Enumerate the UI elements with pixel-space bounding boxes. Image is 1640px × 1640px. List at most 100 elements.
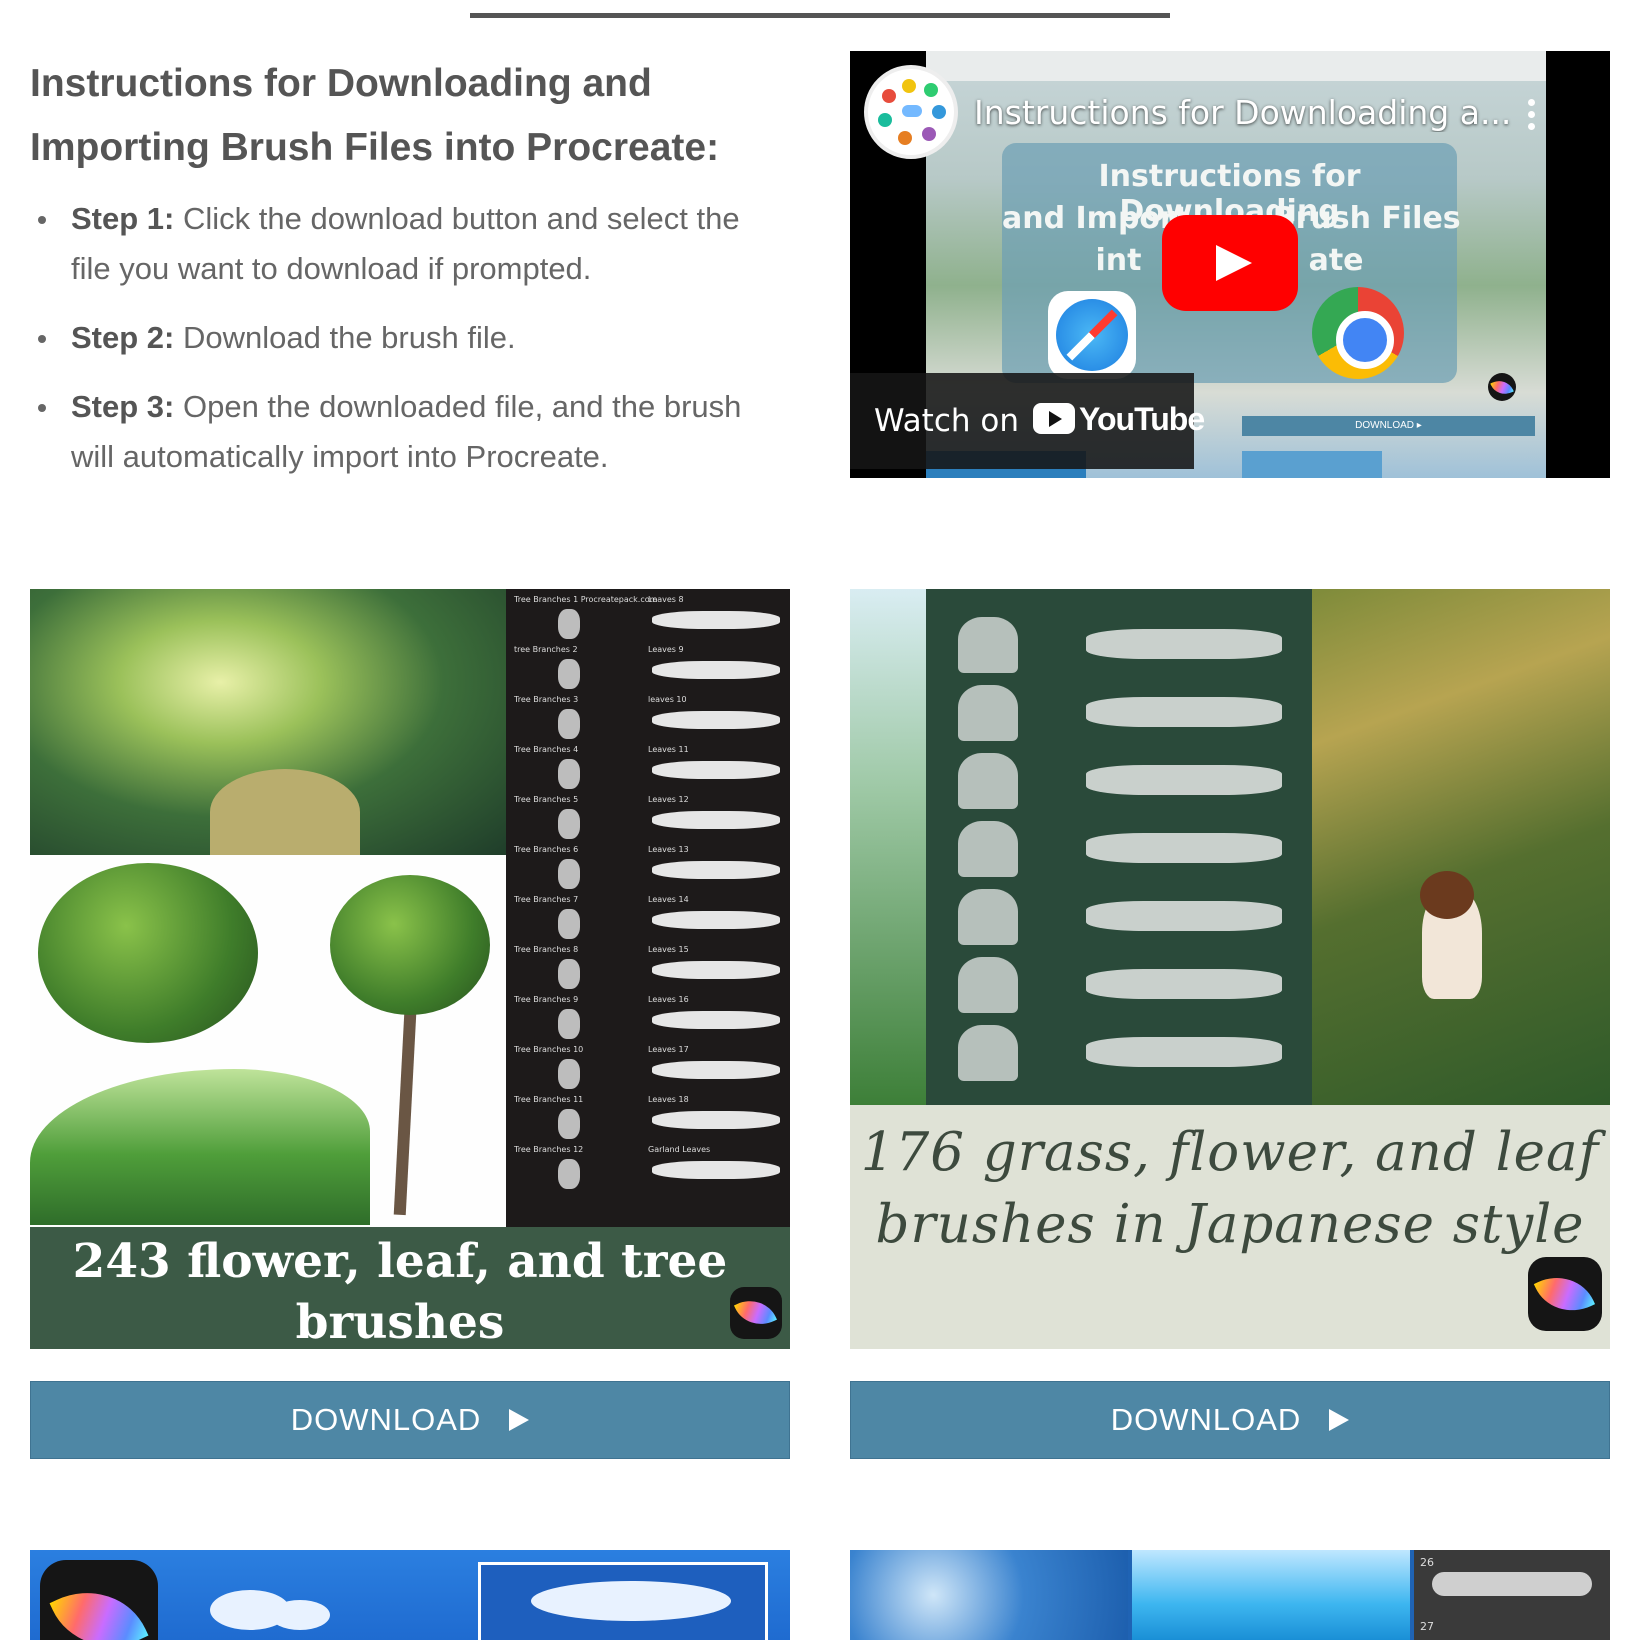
branch-stroke — [558, 1109, 580, 1139]
flower-stroke — [1086, 1037, 1282, 1067]
leaf-stroke — [652, 1161, 780, 1179]
branch-stroke — [558, 709, 580, 739]
product-caption-banner: 243 flower, leaf, and tree brushes — [30, 1227, 790, 1349]
download-label: DOWNLOAD — [290, 1402, 482, 1437]
brush-label: Leaves 14 — [648, 895, 689, 904]
leaf-stroke — [652, 1011, 780, 1029]
brush-number: 26 — [1420, 1556, 1434, 1569]
procreate-icon — [730, 1287, 782, 1339]
product-image-water[interactable]: 26 27 — [850, 1550, 1610, 1640]
step-text: Download the brush file. — [182, 320, 516, 355]
branch-stroke — [558, 809, 580, 839]
youtube-icon — [1033, 403, 1075, 434]
procreate-icon — [1528, 1257, 1602, 1331]
brush-label: Tree Branches 3 — [514, 695, 579, 704]
leaf-stroke — [652, 861, 780, 879]
youtube-wordmark: YouTube — [1079, 401, 1205, 437]
safari-icon — [1048, 291, 1136, 379]
thumbnail-tile — [1242, 451, 1382, 478]
brush-label: Leaves 11 — [648, 745, 689, 754]
branch-stroke — [558, 959, 580, 989]
brush-label: Tree Branches 10 — [514, 1045, 584, 1054]
tree-illustration-area — [30, 855, 506, 1227]
product-image-japanese-grass[interactable]: 176 grass, flower, and leaf brushes in J… — [850, 589, 1610, 1349]
brush-label: Leaves 8 — [648, 595, 684, 604]
download-label: DOWNLOAD — [1110, 1402, 1302, 1437]
brush-label: Tree Branches 8 — [514, 945, 579, 954]
flower-stroke — [1086, 697, 1282, 727]
brush-stroke — [1432, 1572, 1592, 1596]
channel-logo-icon[interactable] — [864, 65, 958, 159]
instructions-heading: Instructions for Downloading and Importi… — [30, 62, 720, 169]
grass-stroke — [958, 889, 1018, 945]
branch-stroke — [558, 859, 580, 889]
thumbnail-download-bar: DOWNLOAD ▸ — [1242, 416, 1535, 436]
play-arrow-icon — [509, 1409, 530, 1431]
bush-illustration — [38, 863, 258, 1043]
instructions-section: Instructions for Downloading and Importi… — [30, 52, 770, 501]
branch-stroke — [558, 1059, 580, 1089]
step-label: Step 2: — [71, 320, 175, 355]
girl-illustration — [1312, 589, 1610, 1105]
chrome-icon — [1312, 287, 1404, 379]
meadow-illustration — [30, 1069, 370, 1225]
leaf-stroke — [652, 611, 780, 629]
procreate-icon — [40, 1560, 158, 1640]
grass-stroke — [958, 617, 1018, 673]
cloud-preview-frame — [478, 1562, 768, 1640]
brush-number: 27 — [1420, 1620, 1434, 1633]
product-caption: 243 flower, leaf, and tree brushes — [72, 1234, 728, 1349]
brush-label: leaves 10 — [648, 695, 687, 704]
branch-stroke — [558, 1159, 580, 1189]
download-button[interactable]: DOWNLOAD — [850, 1381, 1610, 1459]
procreate-icon — [1488, 373, 1516, 401]
brush-label: tree Branches 2 — [514, 645, 578, 654]
flower-illustration — [850, 589, 926, 1105]
brush-label: Leaves 17 — [648, 1045, 689, 1054]
youtube-embed[interactable]: DOWNLOAD ▸ Instructions for Downloading … — [850, 51, 1610, 478]
grass-stroke — [958, 821, 1018, 877]
water-surface — [1132, 1550, 1410, 1640]
top-divider — [470, 13, 1170, 18]
flower-stroke — [1086, 969, 1282, 999]
leaf-stroke — [652, 711, 780, 729]
leaf-stroke — [652, 911, 780, 929]
brush-label: Garland Leaves — [648, 1145, 711, 1154]
cloud-shape — [270, 1600, 330, 1630]
steps-list: Step 1: Click the download button and se… — [30, 194, 770, 482]
play-icon[interactable] — [1162, 215, 1298, 311]
brush-label: Leaves 15 — [648, 945, 689, 954]
step-item: Step 3: Open the downloaded file, and th… — [30, 382, 770, 482]
brush-label: Tree Branches 7 — [514, 895, 579, 904]
step-item: Step 1: Click the download button and se… — [30, 194, 770, 294]
leaf-stroke — [652, 961, 780, 979]
flower-stroke — [1086, 765, 1282, 795]
leaf-stroke — [652, 661, 780, 679]
product-caption: 176 grass, flower, and leaf brushes in J… — [860, 1122, 1600, 1255]
branch-stroke — [558, 909, 580, 939]
brush-label: Leaves 9 — [648, 645, 684, 654]
video-title[interactable]: Instructions for Downloading a... — [974, 93, 1514, 132]
watch-on-youtube-button[interactable]: Watch on YouTube — [850, 373, 1205, 469]
step-label: Step 3: — [71, 389, 175, 424]
grass-stroke — [958, 957, 1018, 1013]
leaf-stroke — [652, 761, 780, 779]
step-item: Step 2: Download the brush file. — [30, 313, 770, 363]
brush-label: Leaves 13 — [648, 845, 689, 854]
flower-stroke — [1086, 901, 1282, 931]
branch-stroke — [558, 759, 580, 789]
brush-label: Tree Branches 12 — [514, 1145, 584, 1154]
download-button[interactable]: DOWNLOAD — [30, 1381, 790, 1459]
brush-label: Tree Branches 4 — [514, 745, 579, 754]
brush-preview-panel: Tree Branches 1 Procreatepack.com Leaves … — [506, 589, 790, 1227]
branch-stroke — [558, 659, 580, 689]
branch-stroke — [558, 609, 580, 639]
flower-stroke — [1086, 833, 1282, 863]
watch-on-label: Watch on — [874, 403, 1019, 439]
grass-stroke — [958, 753, 1018, 809]
product-image-clouds[interactable] — [30, 1550, 790, 1640]
product-image-flower-leaf-tree[interactable]: Tree Branches 1 Procreatepack.com Leaves … — [30, 589, 790, 1349]
more-options-icon[interactable] — [1528, 99, 1536, 135]
grass-stroke — [958, 685, 1018, 741]
brush-label: Leaves 16 — [648, 995, 689, 1004]
